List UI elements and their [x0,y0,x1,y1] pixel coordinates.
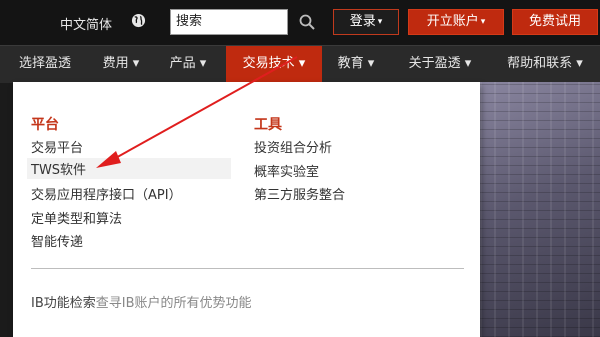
platform-heading: 平台 [31,117,59,133]
nav-item-trading-technology[interactable]: 交易技术 ▾ [226,46,322,83]
search-input[interactable]: 搜索 [170,9,288,35]
nav-item-about[interactable]: 关于盈透 ▾ [390,46,490,83]
link-smart-routing[interactable]: 智能传递 [31,231,83,250]
nav-item-education[interactable]: 教育 ▾ [322,46,390,83]
open-account-button[interactable]: 开立账户 ▾ [408,9,504,35]
link-trading-platform[interactable]: 交易平台 [31,137,83,156]
link-order-types[interactable]: 定单类型和算法 [31,208,122,227]
nav-item-why-ib[interactable]: 选择盈透 [0,46,90,83]
free-trial-button[interactable]: 免费试用 [512,9,598,35]
language-selector[interactable]: 中文简体 [60,14,112,33]
search-icon[interactable] [298,13,316,31]
nav-item-help-contact[interactable]: 帮助和联系 ▾ [492,46,598,83]
top-utility-bar: 中文简体 搜索 登录 ▾ 开立账户 ▾ 免费试用 [0,0,600,45]
divider [31,268,464,269]
nav-item-products[interactable]: 产品 ▾ [152,46,224,83]
link-portfolio-analyst[interactable]: 投资组合分析 [254,137,332,156]
feature-search-line[interactable]: IB功能检索查寻IB账户的所有优势功能 [31,292,252,311]
nav-item-pricing[interactable]: 费用 ▾ [90,46,152,83]
login-button[interactable]: 登录 ▾ [333,9,399,35]
chevron-down-icon: ▾ [480,17,486,27]
link-third-party-integration[interactable]: 第三方服务整合 [254,184,345,203]
hero-image [480,82,600,337]
chevron-down-icon: ▾ [377,17,383,27]
trading-technology-dropdown: 平台 交易平台 TWS软件 交易应用程序接口（API） 定单类型和算法 智能传递… [13,82,480,337]
feature-search-description: 查寻IB账户的所有优势功能 [95,296,252,311]
globe-icon[interactable] [131,13,146,28]
main-nav: 选择盈透 费用 ▾ 产品 ▾ 交易技术 ▾ 教育 ▾ 关于盈透 ▾ 帮助和联系 … [0,45,600,83]
tools-heading: 工具 [254,117,282,133]
open-account-label: 开立账户 [426,14,479,29]
link-probability-lab[interactable]: 概率实验室 [254,161,319,180]
feature-search-label[interactable]: IB功能检索 [31,296,96,311]
link-trading-api[interactable]: 交易应用程序接口（API） [31,184,182,203]
login-label: 登录 [349,14,376,29]
link-tws-software[interactable]: TWS软件 [27,158,231,179]
